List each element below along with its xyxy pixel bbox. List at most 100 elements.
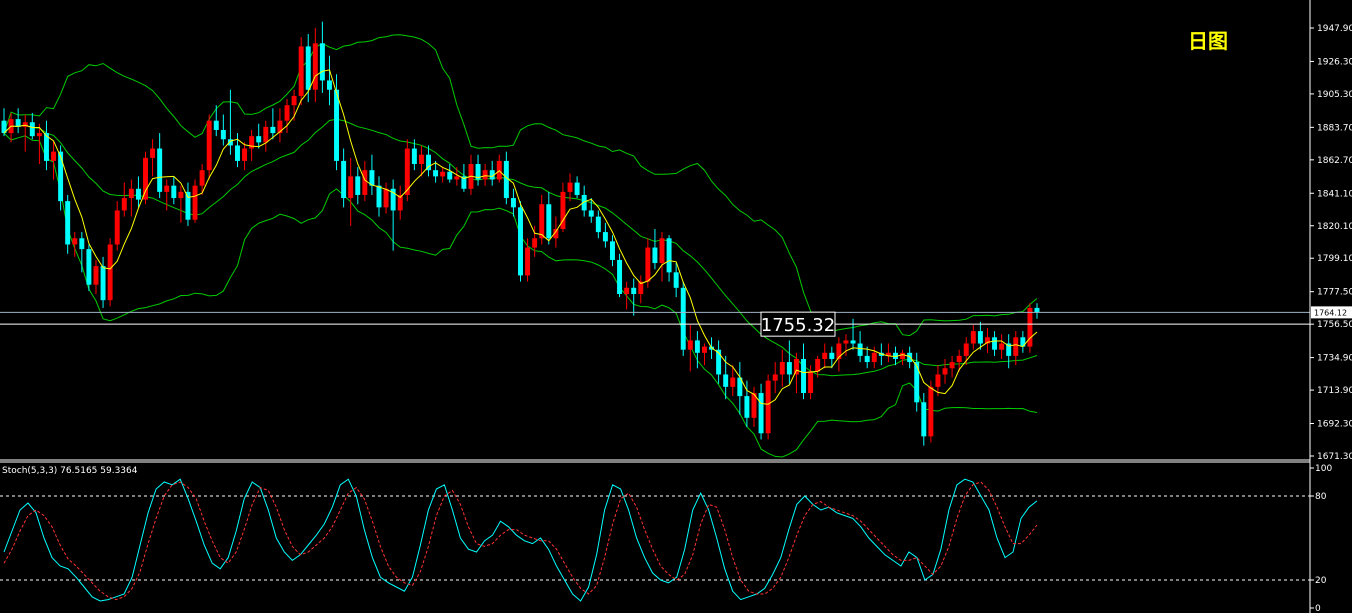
candle-body — [921, 402, 927, 437]
candle-body — [567, 182, 573, 192]
price-axis-ticks: 1947.90 1926.30 1905.30 1883.70 1862.70 1841.… — [1310, 24, 1352, 462]
candle-body — [532, 238, 538, 248]
candle-body — [793, 358, 799, 375]
candle-body — [72, 238, 78, 245]
candle — [617, 253, 623, 298]
candle-body — [65, 201, 71, 245]
candle-body — [51, 151, 57, 161]
candle-body — [624, 287, 630, 294]
candle-body — [1034, 307, 1040, 313]
candle-body — [213, 120, 219, 130]
price-tick: 1862.70 — [1310, 156, 1352, 166]
candle-body — [454, 176, 460, 180]
candle-body — [871, 352, 877, 363]
current-price-tag-text: 1764.12 — [1314, 308, 1347, 317]
candle-body — [128, 188, 134, 199]
candle-body — [907, 352, 913, 363]
stoch-tick-label: 0 — [1315, 604, 1321, 613]
price-tick-label: 1799.10 — [1317, 254, 1352, 264]
price-tick-label: 1862.70 — [1317, 156, 1352, 166]
candle — [86, 244, 92, 291]
price-tick-label: 1713.90 — [1317, 386, 1352, 396]
stoch-tick: 80 — [1310, 492, 1327, 502]
candle-body — [411, 148, 417, 165]
price-tick-label: 1692.30 — [1317, 420, 1352, 430]
candle-body — [928, 386, 934, 437]
candle-body — [121, 198, 127, 211]
price-tick: 1692.30 — [1310, 420, 1352, 430]
candle-body — [242, 148, 248, 161]
candle-body — [744, 396, 750, 418]
candle-body — [510, 198, 516, 208]
candle-body — [539, 204, 545, 239]
price-tick-label: 1926.30 — [1317, 57, 1352, 67]
candle — [1027, 303, 1033, 353]
candle-body — [199, 170, 205, 186]
candle-body — [723, 374, 729, 387]
candle-body — [178, 191, 184, 199]
candle-body — [652, 247, 658, 264]
chart-area: 1755.32 日图 1947.901926.301905.301883.701… — [0, 0, 1352, 613]
candle-body — [341, 160, 347, 199]
price-tick: 1777.50 — [1310, 288, 1352, 298]
stochastic-panel: Stoch(5,3,3) 76.5165 59.3364 100 80 20 0 — [0, 461, 1332, 613]
candle-body — [418, 154, 424, 165]
candle-body — [808, 371, 814, 394]
price-tick-label: 1756.50 — [1317, 320, 1352, 330]
candle-body — [1013, 337, 1019, 356]
candle-body — [546, 204, 552, 239]
candle-body — [772, 374, 778, 381]
candle-body — [659, 238, 665, 264]
candle-body — [171, 185, 177, 199]
price-tick: 1734.90 — [1310, 354, 1352, 364]
price-tick-label: 1777.50 — [1317, 288, 1352, 298]
candle-body — [220, 129, 226, 140]
level-annotation-text: 1755.32 — [761, 315, 835, 336]
stochastic-label: Stoch(5,3,3) 76.5165 59.3364 — [2, 466, 138, 476]
candle-body — [164, 185, 170, 192]
candle-body — [305, 46, 311, 90]
candle-body — [93, 266, 99, 285]
candle-body — [574, 182, 580, 195]
candle — [58, 145, 64, 211]
candle-body — [864, 355, 870, 363]
candle-body — [355, 176, 361, 195]
price-tick: 1947.90 — [1310, 24, 1352, 34]
candle-body — [588, 210, 594, 217]
candle-body — [29, 122, 35, 137]
candle-body — [334, 89, 340, 161]
candle-body — [765, 380, 771, 434]
candle-body — [143, 157, 148, 200]
candle-body — [235, 145, 240, 161]
candle-body — [447, 171, 453, 180]
candle-body — [801, 358, 806, 394]
price-panel: 1755.32 日图 — [0, 0, 1310, 461]
price-tick: 1883.70 — [1310, 123, 1352, 133]
candle — [765, 374, 771, 440]
candle-body — [440, 171, 446, 177]
candle-body — [758, 393, 764, 434]
candle-body — [192, 185, 198, 220]
price-tick: 1756.50 — [1310, 320, 1352, 330]
price-tick-label: 1671.30 — [1317, 452, 1352, 462]
candle-body — [822, 352, 828, 359]
candle-body — [617, 259, 623, 294]
candle-body — [376, 185, 382, 208]
candle-body — [312, 43, 318, 90]
price-tick-label: 1947.90 — [1317, 24, 1352, 34]
stochastic-lines: 100 80 20 0 — [0, 464, 1332, 613]
candle-body — [263, 126, 269, 143]
current-price-tag: 1764.12 — [1311, 306, 1352, 319]
candle-body — [482, 170, 488, 180]
candle-body — [977, 331, 983, 344]
period-label: 日图 — [1188, 29, 1228, 53]
price-tick: 1671.30 — [1310, 452, 1352, 462]
candle-body — [100, 266, 106, 301]
candle-body — [433, 170, 439, 177]
candle-body — [730, 377, 736, 387]
candle-body — [900, 352, 906, 359]
candle-body — [362, 170, 368, 195]
candle-body — [348, 176, 354, 199]
candle-body — [58, 151, 64, 202]
candle-body — [383, 188, 389, 208]
